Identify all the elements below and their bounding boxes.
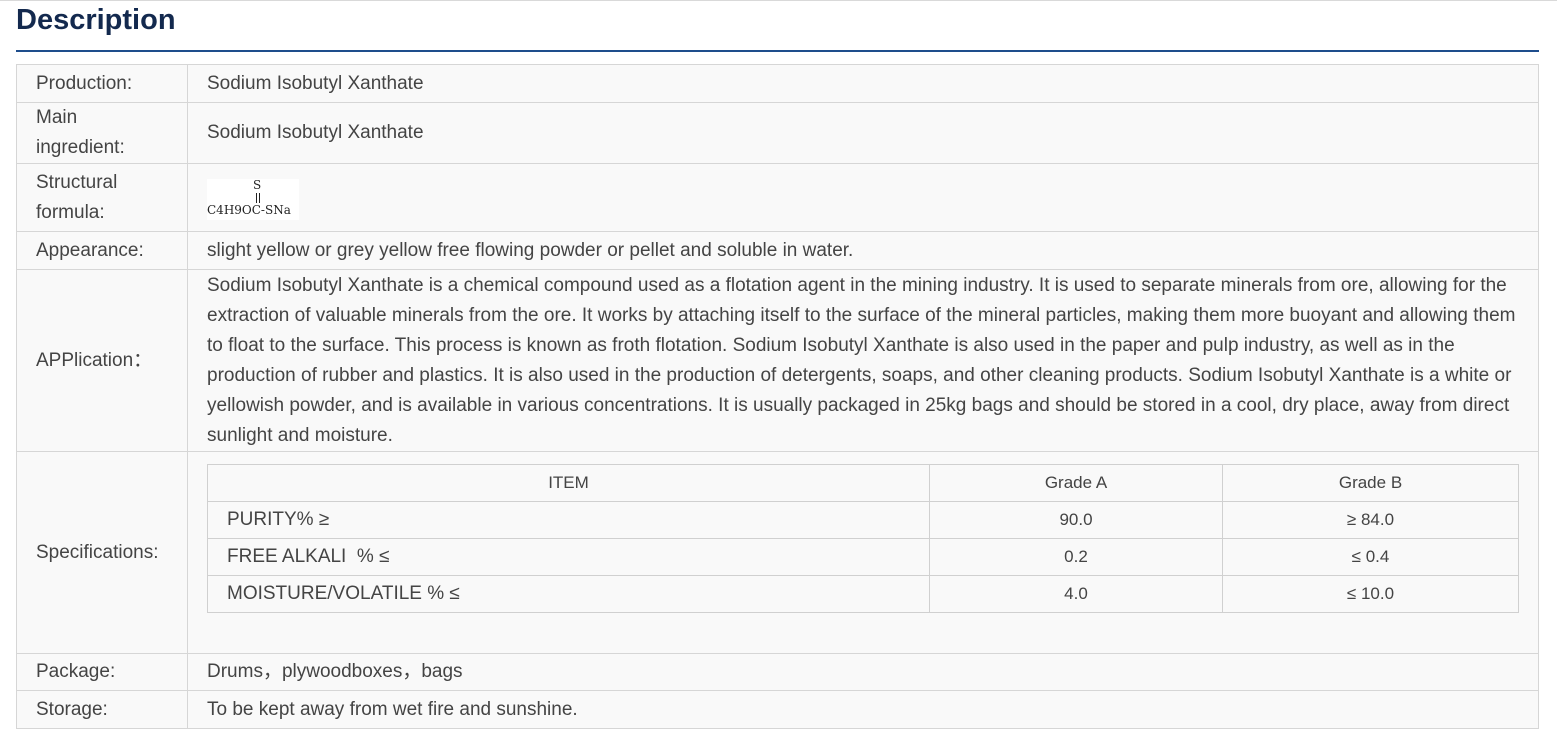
structural-formula-image: S C4H9OC-SNa bbox=[207, 178, 299, 220]
row-main-ingredient: Main ingredient: Sodium Isobutyl Xanthat… bbox=[16, 102, 1539, 164]
spec-row-free-alkali: FREE ALKALI % ≤ 0.2 ≤ 0.4 bbox=[207, 538, 1519, 576]
formula-double-bond bbox=[256, 193, 260, 203]
main-ingredient-label-line1: Main bbox=[36, 107, 78, 128]
structural-formula-label-line1: Structural bbox=[36, 171, 118, 193]
appearance-label: Appearance: bbox=[16, 231, 188, 270]
spec-grade-a: 90.0 bbox=[929, 501, 1223, 539]
specifications-value: ITEM Grade A Grade B PURITY% ≥ 90.0 ≥ 84… bbox=[187, 451, 1539, 654]
main-ingredient-label: Main ingredient: bbox=[16, 102, 188, 164]
storage-label: Storage: bbox=[16, 690, 188, 729]
spec-header-row: ITEM Grade A Grade B bbox=[207, 464, 1519, 502]
package-value: Drums，plywoodboxes，bags bbox=[187, 653, 1539, 691]
row-production: Production: Sodium Isobutyl Xanthate bbox=[16, 64, 1539, 103]
main-ingredient-value: Sodium Isobutyl Xanthate bbox=[187, 102, 1539, 164]
section-header: Description bbox=[16, 0, 1539, 52]
spec-row-purity: PURITY% ≥ 90.0 ≥ 84.0 bbox=[207, 501, 1519, 539]
row-structural-formula: Structural formula: S C4H9OC-SNa bbox=[16, 163, 1539, 232]
row-application: APPlication： Sodium Isobutyl Xanthate is… bbox=[16, 269, 1539, 452]
specifications-label: Specifications: bbox=[16, 451, 188, 654]
row-storage: Storage: To be kept away from wet fire a… bbox=[16, 690, 1539, 729]
section-title: Description bbox=[16, 4, 176, 36]
spec-grade-b: ≤ 0.4 bbox=[1222, 538, 1519, 576]
spec-grade-b: ≤ 10.0 bbox=[1222, 575, 1519, 613]
spec-grade-a: 4.0 bbox=[929, 575, 1223, 613]
spec-item: MOISTURE/VOLATILE % ≤ bbox=[207, 575, 930, 613]
structural-formula-label-line2: formula: bbox=[36, 201, 105, 223]
main-ingredient-label-line2: ingredient: bbox=[36, 137, 125, 158]
formula-sulfur-atom: S bbox=[253, 178, 262, 192]
row-specifications: Specifications: ITEM Grade A Grade B PUR… bbox=[16, 451, 1539, 654]
row-package: Package: Drums，plywoodboxes，bags bbox=[16, 653, 1539, 691]
spec-row-moisture: MOISTURE/VOLATILE % ≤ 4.0 ≤ 10.0 bbox=[207, 575, 1519, 613]
application-value: Sodium Isobutyl Xanthate is a chemical c… bbox=[187, 269, 1539, 452]
spec-grade-b: ≥ 84.0 bbox=[1222, 501, 1519, 539]
appearance-value: slight yellow or grey yellow free flowin… bbox=[187, 231, 1539, 270]
spec-item: FREE ALKALI % ≤ bbox=[207, 538, 930, 576]
row-appearance: Appearance: slight yellow or grey yellow… bbox=[16, 231, 1539, 270]
spec-header-grade-b: Grade B bbox=[1222, 464, 1519, 502]
production-value: Sodium Isobutyl Xanthate bbox=[187, 64, 1539, 103]
specifications-table: ITEM Grade A Grade B PURITY% ≥ 90.0 ≥ 84… bbox=[207, 464, 1519, 613]
production-label: Production: bbox=[16, 64, 188, 103]
spec-header-item: ITEM bbox=[207, 464, 930, 502]
spec-item: PURITY% ≥ bbox=[207, 501, 930, 539]
spec-header-grade-a: Grade A bbox=[929, 464, 1223, 502]
formula-main-chain: C4H9OC-SNa bbox=[207, 203, 291, 217]
package-label: Package: bbox=[16, 653, 188, 691]
description-table: Production: Sodium Isobutyl Xanthate Mai… bbox=[16, 64, 1539, 729]
structural-formula-label: Structural formula: bbox=[16, 163, 188, 232]
storage-value: To be kept away from wet fire and sunshi… bbox=[187, 690, 1539, 729]
application-label: APPlication： bbox=[16, 269, 188, 452]
spec-grade-a: 0.2 bbox=[929, 538, 1223, 576]
structural-formula-value: S C4H9OC-SNa bbox=[187, 163, 1539, 232]
